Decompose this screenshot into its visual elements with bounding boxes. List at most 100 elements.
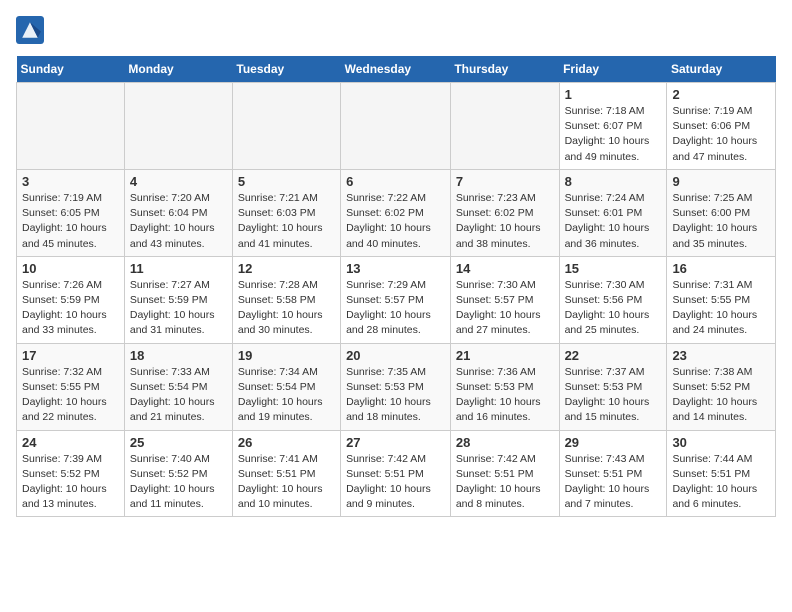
day-info: Sunrise: 7:28 AM Sunset: 5:58 PM Dayligh… [238, 278, 335, 339]
calendar-cell: 27 Sunrise: 7:42 AM Sunset: 5:51 PM Dayli… [341, 430, 451, 517]
calendar-cell: 23 Sunrise: 7:38 AM Sunset: 5:52 PM Dayli… [667, 343, 776, 430]
day-info: Sunrise: 7:41 AM Sunset: 5:51 PM Dayligh… [238, 452, 335, 513]
weekday-thursday: Thursday [450, 56, 559, 83]
weekday-sunday: Sunday [17, 56, 125, 83]
calendar-body: 1 Sunrise: 7:18 AM Sunset: 6:07 PM Daylig… [17, 83, 776, 517]
day-info: Sunrise: 7:30 AM Sunset: 5:56 PM Dayligh… [565, 278, 662, 339]
day-number: 17 [22, 348, 119, 363]
calendar-cell: 5 Sunrise: 7:21 AM Sunset: 6:03 PM Daylig… [232, 169, 340, 256]
day-number: 11 [130, 261, 227, 276]
day-number: 23 [672, 348, 770, 363]
day-info: Sunrise: 7:21 AM Sunset: 6:03 PM Dayligh… [238, 191, 335, 252]
weekday-header-row: SundayMondayTuesdayWednesdayThursdayFrid… [17, 56, 776, 83]
day-info: Sunrise: 7:43 AM Sunset: 5:51 PM Dayligh… [565, 452, 662, 513]
day-number: 5 [238, 174, 335, 189]
calendar-cell [17, 83, 125, 170]
day-info: Sunrise: 7:37 AM Sunset: 5:53 PM Dayligh… [565, 365, 662, 426]
day-number: 21 [456, 348, 554, 363]
day-info: Sunrise: 7:27 AM Sunset: 5:59 PM Dayligh… [130, 278, 227, 339]
calendar-table: SundayMondayTuesdayWednesdayThursdayFrid… [16, 56, 776, 517]
day-number: 29 [565, 435, 662, 450]
calendar-cell: 7 Sunrise: 7:23 AM Sunset: 6:02 PM Daylig… [450, 169, 559, 256]
calendar-cell: 1 Sunrise: 7:18 AM Sunset: 6:07 PM Daylig… [559, 83, 667, 170]
day-number: 4 [130, 174, 227, 189]
day-number: 12 [238, 261, 335, 276]
weekday-wednesday: Wednesday [341, 56, 451, 83]
day-number: 18 [130, 348, 227, 363]
calendar-cell: 15 Sunrise: 7:30 AM Sunset: 5:56 PM Dayli… [559, 256, 667, 343]
calendar-cell: 28Sunrise: 7:42 AM Sunset: 5:51 PM Dayli… [450, 430, 559, 517]
week-row-5: 24Sunrise: 7:39 AM Sunset: 5:52 PM Dayli… [17, 430, 776, 517]
calendar-cell [124, 83, 232, 170]
calendar-cell: 13 Sunrise: 7:29 AM Sunset: 5:57 PM Dayli… [341, 256, 451, 343]
day-number: 7 [456, 174, 554, 189]
day-info: Sunrise: 7:42 AM Sunset: 5:51 PM Dayligh… [346, 452, 445, 513]
day-info: Sunrise: 7:31 AM Sunset: 5:55 PM Dayligh… [672, 278, 770, 339]
day-number: 25 [130, 435, 227, 450]
calendar-cell: 2Sunrise: 7:19 AM Sunset: 6:06 PM Daylig… [667, 83, 776, 170]
calendar-cell: 19 Sunrise: 7:34 AM Sunset: 5:54 PM Dayli… [232, 343, 340, 430]
day-number: 20 [346, 348, 445, 363]
calendar-cell: 25 Sunrise: 7:40 AM Sunset: 5:52 PM Dayli… [124, 430, 232, 517]
calendar-cell: 18 Sunrise: 7:33 AM Sunset: 5:54 PM Dayli… [124, 343, 232, 430]
day-info: Sunrise: 7:38 AM Sunset: 5:52 PM Dayligh… [672, 365, 770, 426]
day-info: Sunrise: 7:34 AM Sunset: 5:54 PM Dayligh… [238, 365, 335, 426]
week-row-2: 3 Sunrise: 7:19 AM Sunset: 6:05 PM Daylig… [17, 169, 776, 256]
day-info: Sunrise: 7:30 AM Sunset: 5:57 PM Dayligh… [456, 278, 554, 339]
calendar-cell: 11 Sunrise: 7:27 AM Sunset: 5:59 PM Dayli… [124, 256, 232, 343]
weekday-friday: Friday [559, 56, 667, 83]
week-row-1: 1 Sunrise: 7:18 AM Sunset: 6:07 PM Daylig… [17, 83, 776, 170]
calendar-cell: 24Sunrise: 7:39 AM Sunset: 5:52 PM Dayli… [17, 430, 125, 517]
day-info: Sunrise: 7:36 AM Sunset: 5:53 PM Dayligh… [456, 365, 554, 426]
day-number: 13 [346, 261, 445, 276]
calendar-cell: 20 Sunrise: 7:35 AM Sunset: 5:53 PM Dayli… [341, 343, 451, 430]
calendar-cell: 17 Sunrise: 7:32 AM Sunset: 5:55 PM Dayli… [17, 343, 125, 430]
calendar-cell [450, 83, 559, 170]
calendar-cell: 4 Sunrise: 7:20 AM Sunset: 6:04 PM Daylig… [124, 169, 232, 256]
day-info: Sunrise: 7:33 AM Sunset: 5:54 PM Dayligh… [130, 365, 227, 426]
day-info: Sunrise: 7:26 AM Sunset: 5:59 PM Dayligh… [22, 278, 119, 339]
calendar-cell: 12 Sunrise: 7:28 AM Sunset: 5:58 PM Dayli… [232, 256, 340, 343]
calendar-cell: 10 Sunrise: 7:26 AM Sunset: 5:59 PM Dayli… [17, 256, 125, 343]
day-number: 30 [672, 435, 770, 450]
day-number: 15 [565, 261, 662, 276]
calendar-cell: 8Sunrise: 7:24 AM Sunset: 6:01 PM Daylig… [559, 169, 667, 256]
page-header [16, 16, 776, 44]
day-info: Sunrise: 7:18 AM Sunset: 6:07 PM Dayligh… [565, 104, 662, 165]
day-info: Sunrise: 7:20 AM Sunset: 6:04 PM Dayligh… [130, 191, 227, 252]
day-number: 24 [22, 435, 119, 450]
calendar-cell: 3 Sunrise: 7:19 AM Sunset: 6:05 PM Daylig… [17, 169, 125, 256]
calendar-cell: 22 Sunrise: 7:37 AM Sunset: 5:53 PM Dayli… [559, 343, 667, 430]
day-info: Sunrise: 7:40 AM Sunset: 5:52 PM Dayligh… [130, 452, 227, 513]
day-info: Sunrise: 7:32 AM Sunset: 5:55 PM Dayligh… [22, 365, 119, 426]
calendar-cell: 14 Sunrise: 7:30 AM Sunset: 5:57 PM Dayli… [450, 256, 559, 343]
weekday-tuesday: Tuesday [232, 56, 340, 83]
weekday-monday: Monday [124, 56, 232, 83]
day-number: 28 [456, 435, 554, 450]
day-number: 14 [456, 261, 554, 276]
day-info: Sunrise: 7:29 AM Sunset: 5:57 PM Dayligh… [346, 278, 445, 339]
day-info: Sunrise: 7:23 AM Sunset: 6:02 PM Dayligh… [456, 191, 554, 252]
day-number: 10 [22, 261, 119, 276]
day-info: Sunrise: 7:35 AM Sunset: 5:53 PM Dayligh… [346, 365, 445, 426]
day-number: 22 [565, 348, 662, 363]
day-info: Sunrise: 7:22 AM Sunset: 6:02 PM Dayligh… [346, 191, 445, 252]
day-number: 16 [672, 261, 770, 276]
calendar-cell: 16 Sunrise: 7:31 AM Sunset: 5:55 PM Dayli… [667, 256, 776, 343]
day-info: Sunrise: 7:19 AM Sunset: 6:06 PM Dayligh… [672, 104, 770, 165]
day-number: 8 [565, 174, 662, 189]
day-info: Sunrise: 7:19 AM Sunset: 6:05 PM Dayligh… [22, 191, 119, 252]
logo [16, 16, 48, 44]
calendar-cell: 9Sunrise: 7:25 AM Sunset: 6:00 PM Daylig… [667, 169, 776, 256]
calendar-cell: 21 Sunrise: 7:36 AM Sunset: 5:53 PM Dayli… [450, 343, 559, 430]
week-row-4: 17 Sunrise: 7:32 AM Sunset: 5:55 PM Dayli… [17, 343, 776, 430]
day-number: 19 [238, 348, 335, 363]
calendar-cell: 26Sunrise: 7:41 AM Sunset: 5:51 PM Dayli… [232, 430, 340, 517]
weekday-saturday: Saturday [667, 56, 776, 83]
day-number: 27 [346, 435, 445, 450]
week-row-3: 10 Sunrise: 7:26 AM Sunset: 5:59 PM Dayli… [17, 256, 776, 343]
day-number: 1 [565, 87, 662, 102]
calendar-cell: 30Sunrise: 7:44 AM Sunset: 5:51 PM Dayli… [667, 430, 776, 517]
day-number: 3 [22, 174, 119, 189]
calendar-cell [341, 83, 451, 170]
